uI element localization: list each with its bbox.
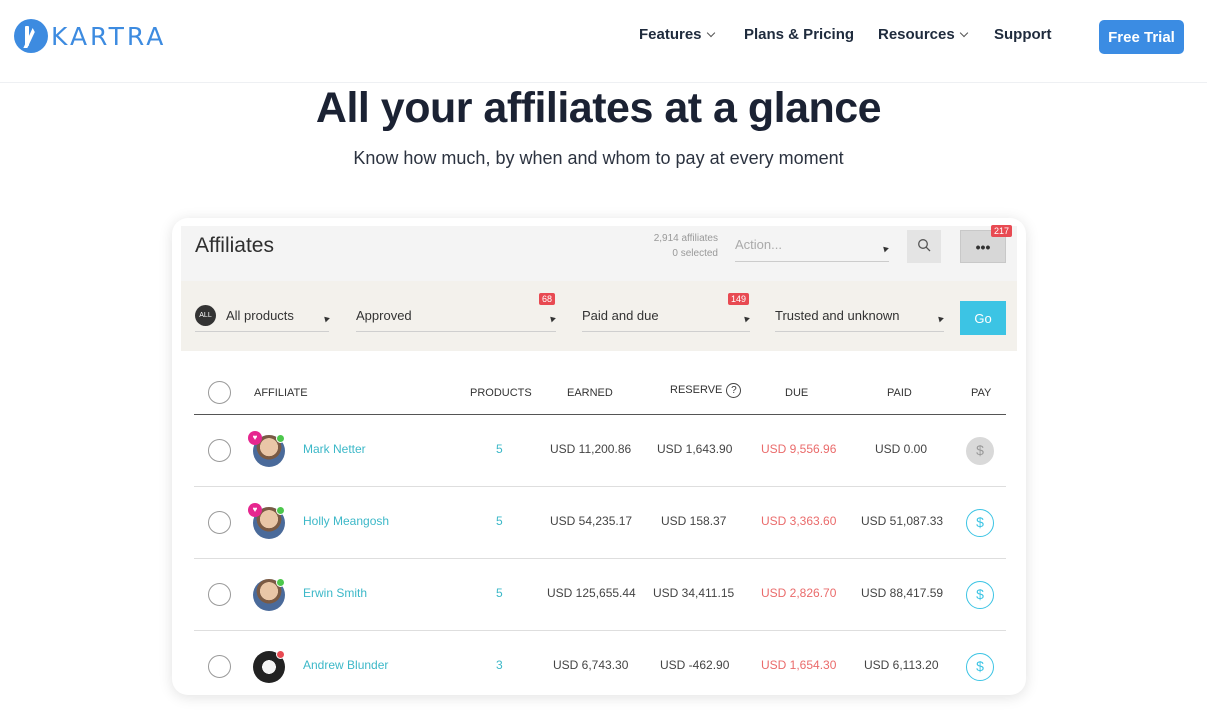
status-filter-label: Approved <box>356 308 412 323</box>
products-filter[interactable]: All products <box>195 302 330 332</box>
paid-value: USD 0.00 <box>875 442 928 456</box>
go-button[interactable]: Go <box>960 301 1006 335</box>
table-header: AFFILIATE PRODUCTS EARNED RESERVE? DUE P… <box>194 378 1006 415</box>
reserve-value: USD 34,411.15 <box>653 586 735 600</box>
reserve-value: USD 1,643.90 <box>657 442 733 456</box>
affiliate-name[interactable]: Erwin Smith <box>303 586 367 600</box>
pay-button[interactable]: $ <box>966 581 994 609</box>
selected-count: 0 selected <box>672 248 718 259</box>
status-badge: 68 <box>539 293 556 305</box>
table-row: Andrew Blunder 3 USD 6,743.30 USD -462.9… <box>194 631 1006 695</box>
pay-button[interactable]: $ <box>966 653 994 681</box>
column-reserve: RESERVE? <box>670 383 742 398</box>
status-filter[interactable]: Approved <box>356 302 556 332</box>
nav-resources-label: Resources <box>878 26 955 43</box>
row-checkbox[interactable] <box>208 655 231 678</box>
action-placeholder: Action... <box>735 237 782 252</box>
brand-name: KARTRA <box>51 21 167 51</box>
payments-badge: 149 <box>728 293 750 305</box>
paid-value: USD 6,113.20 <box>864 658 939 672</box>
status-dot <box>276 578 285 587</box>
dropdown-arrow-icon <box>322 314 330 323</box>
payments-filter-label: Paid and due <box>582 308 659 323</box>
status-dot <box>276 434 285 443</box>
row-checkbox[interactable] <box>208 511 231 534</box>
column-reserve-label: RESERVE <box>670 384 723 396</box>
affiliate-name[interactable]: Andrew Blunder <box>303 658 388 672</box>
nav-plans-label: Plans & Pricing <box>744 26 855 43</box>
affiliate-total: 2,914 affiliates <box>653 233 718 244</box>
column-due: DUE <box>785 387 809 399</box>
products-count[interactable]: 5 <box>496 586 503 600</box>
trust-filter[interactable]: Trusted and unknown <box>775 302 944 332</box>
earned-value: USD 11,200.86 <box>550 442 632 456</box>
affiliates-panel: Affiliates 2,914 affiliates 0 selected A… <box>172 218 1026 695</box>
heart-icon: ♥ <box>248 431 262 445</box>
search-icon <box>918 239 931 252</box>
kartra-logo-icon <box>14 19 48 53</box>
affiliate-count: 2,914 affiliates 0 selected <box>604 231 718 261</box>
site-header: KARTRA Features Plans & Pricing Resource… <box>0 0 1207 83</box>
products-filter-label: All products <box>226 308 294 323</box>
search-button[interactable] <box>907 230 941 263</box>
column-products: PRODUCTS <box>470 387 532 399</box>
column-paid: PAID <box>887 387 912 399</box>
products-count[interactable]: 5 <box>496 442 503 456</box>
table-row: ♥ Mark Netter 5 USD 11,200.86 USD 1,643.… <box>194 415 1006 487</box>
table-row: Erwin Smith 5 USD 125,655.44 USD 34,411.… <box>194 559 1006 631</box>
status-dot <box>276 506 285 515</box>
panel-title: Affiliates <box>195 234 274 257</box>
nav-features[interactable]: Features <box>639 26 715 43</box>
pay-button[interactable]: $ <box>966 509 994 537</box>
payments-filter[interactable]: Paid and due <box>582 302 750 332</box>
status-dot <box>276 650 285 659</box>
paid-value: USD 88,417.59 <box>861 586 944 600</box>
paid-value: USD 51,087.33 <box>861 514 944 528</box>
trust-filter-label: Trusted and unknown <box>775 308 900 323</box>
earned-value: USD 125,655.44 <box>547 586 636 600</box>
nav-support[interactable]: Support <box>994 26 1052 43</box>
free-trial-button[interactable]: Free Trial <box>1099 20 1184 54</box>
nav-features-label: Features <box>639 26 702 43</box>
notification-badge: 217 <box>991 225 1013 237</box>
heart-icon: ♥ <box>248 503 262 517</box>
dropdown-arrow-icon <box>548 314 556 323</box>
due-value: USD 3,363.60 <box>761 514 837 528</box>
pay-button[interactable]: $ <box>966 437 994 465</box>
kartra-logo[interactable]: KARTRA <box>14 19 166 53</box>
page-subtitle: Know how much, by when and whom to pay a… <box>353 148 844 168</box>
row-checkbox[interactable] <box>208 439 231 462</box>
chevron-down-icon <box>959 28 968 37</box>
dropdown-arrow-icon <box>742 314 750 323</box>
nav-plans-pricing[interactable]: Plans & Pricing <box>744 26 854 43</box>
earned-value: USD 6,743.30 <box>553 658 629 672</box>
due-value: USD 1,654.30 <box>761 658 837 672</box>
reserve-value: USD 158.37 <box>661 514 727 528</box>
column-earned: EARNED <box>567 387 613 399</box>
page-title: All your affiliates at a glance <box>315 84 882 132</box>
help-icon[interactable]: ? <box>726 383 742 398</box>
affiliate-name[interactable]: Holly Meangosh <box>303 514 389 528</box>
select-all-checkbox[interactable] <box>208 381 231 404</box>
row-checkbox[interactable] <box>208 583 231 606</box>
dropdown-arrow-icon <box>881 244 889 253</box>
affiliate-name[interactable]: Mark Netter <box>303 442 366 456</box>
due-value: USD 9,556.96 <box>761 442 837 456</box>
reserve-value: USD -462.90 <box>660 658 730 672</box>
dropdown-arrow-icon <box>936 314 944 323</box>
due-value: USD 2,826.70 <box>761 586 837 600</box>
chevron-down-icon <box>706 28 715 37</box>
panel-toolbar <box>181 226 1017 281</box>
column-pay: PAY <box>971 387 992 399</box>
table-row: ♥ Holly Meangosh 5 USD 54,235.17 USD 158… <box>194 487 1006 559</box>
products-count[interactable]: 5 <box>496 514 503 528</box>
products-count[interactable]: 3 <box>496 658 503 672</box>
action-select[interactable]: Action... <box>735 234 889 262</box>
nav-support-label: Support <box>994 26 1052 43</box>
nav-resources[interactable]: Resources <box>878 26 968 43</box>
column-affiliate: AFFILIATE <box>254 387 308 399</box>
earned-value: USD 54,235.17 <box>550 514 633 528</box>
